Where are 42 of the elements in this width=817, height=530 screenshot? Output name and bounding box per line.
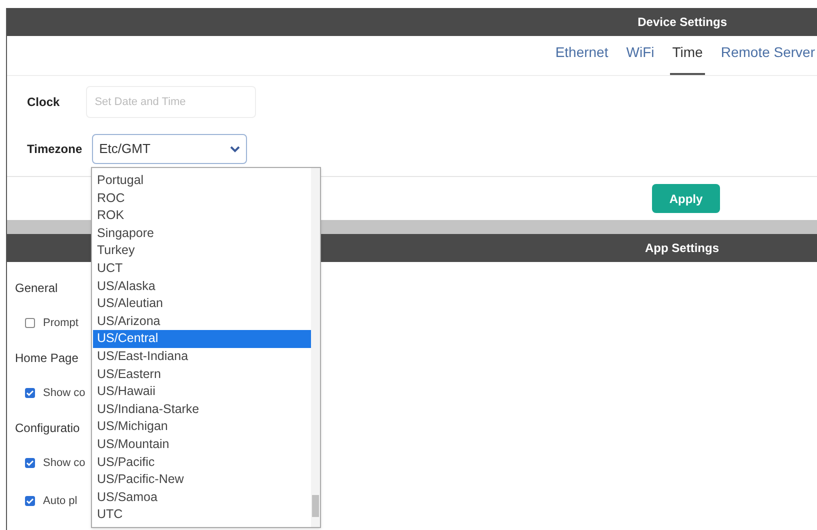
chevron-icon	[230, 146, 240, 152]
dropdown-option[interactable]: Portugal	[93, 172, 311, 190]
clock-field[interactable]: Set Date and Time	[86, 86, 256, 118]
dropdown-option[interactable]: US/Indiana-Starke	[93, 400, 311, 418]
section-title: App Settings	[645, 240, 719, 257]
field-label: Clock	[27, 94, 60, 111]
checkbox[interactable]	[25, 318, 35, 328]
tab[interactable]: Remote Server	[718, 42, 817, 75]
tab[interactable]: WiFi	[624, 42, 656, 75]
dropdown-option[interactable]: US/Arizona	[93, 312, 311, 330]
dropdown-option[interactable]: ROK	[93, 207, 311, 225]
dropdown-option[interactable]: US/Mountain	[93, 436, 311, 454]
option-label: Prompt	[43, 316, 78, 331]
dropdown-option[interactable]: US/Michigan	[93, 418, 311, 436]
section-title: Device Settings	[638, 14, 727, 31]
tab[interactable]: Ethernet	[553, 42, 610, 75]
group-heading: Configuratio	[15, 420, 80, 437]
option-label: Show co	[43, 456, 86, 471]
checkbox[interactable]	[25, 496, 35, 506]
dropdown-option[interactable]: US/East-Indiana	[93, 348, 311, 366]
field-label: Timezone	[27, 141, 82, 158]
group-heading: General	[15, 280, 58, 297]
group-heading: Home Page	[15, 350, 78, 367]
dropdown-option[interactable]: UTC	[93, 506, 311, 524]
dropdown-option[interactable]: US/Eastern	[93, 366, 311, 384]
checkbox[interactable]	[25, 388, 35, 398]
dropdown-option[interactable]: US/Alaska	[93, 278, 311, 296]
tab[interactable]: Time	[670, 42, 705, 75]
dropdown-option[interactable]: US/Pacific	[93, 454, 311, 472]
dropdown-option[interactable]: US/Aleutian	[93, 295, 311, 313]
timezone-select[interactable]: Etc/GMT	[92, 134, 248, 164]
dropdown-option[interactable]: US/Pacific-New	[93, 471, 311, 489]
option-label: Auto pl	[43, 494, 78, 509]
dropdown-option[interactable]: US/Hawaii	[93, 383, 311, 401]
dropdown-option[interactable]: US/Samoa	[93, 488, 311, 506]
dropdown-option[interactable]: Turkey	[93, 242, 311, 260]
dropdown-option[interactable]: Singapore	[93, 224, 311, 242]
dropdown-option[interactable]: ROC	[93, 190, 311, 208]
dropdown-option[interactable]: US/Central	[93, 330, 311, 348]
checkbox[interactable]	[25, 458, 35, 468]
option-label: Show co	[43, 386, 86, 401]
dropdown-option[interactable]: UCT	[93, 260, 311, 278]
